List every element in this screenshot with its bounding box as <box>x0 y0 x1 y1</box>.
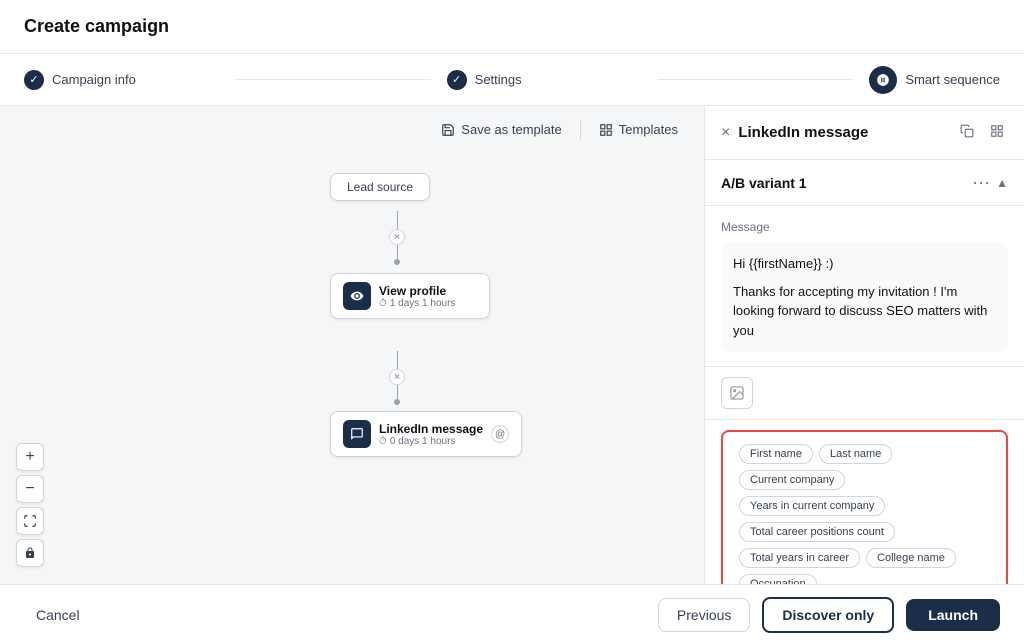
variant-collapse-button[interactable]: ▲ <box>996 176 1008 190</box>
step-campaign-info[interactable]: ✓ Campaign info <box>24 70 219 90</box>
tag-years-current-company[interactable]: Years in current company <box>739 496 885 516</box>
flow-canvas[interactable]: Lead source × View profile <box>0 153 704 583</box>
discover-only-button[interactable]: Discover only <box>762 597 894 633</box>
image-section <box>705 367 1024 420</box>
lead-source-label: Lead source <box>330 173 430 201</box>
step-smart-sequence[interactable]: Smart sequence <box>869 66 1000 94</box>
linkedin-message-label: LinkedIn message <box>379 422 483 436</box>
zoom-in-button[interactable]: + <box>16 443 44 471</box>
zoom-controls: + − <box>16 443 44 567</box>
image-icon <box>729 385 745 401</box>
step-label-campaign-info: Campaign info <box>52 72 136 87</box>
launch-button[interactable]: Launch <box>906 599 1000 631</box>
lock-button[interactable] <box>16 539 44 567</box>
step-check-campaign-info: ✓ <box>24 70 44 90</box>
variant-label: A/B variant 1 <box>721 175 966 191</box>
panel-close-button[interactable]: × <box>721 124 730 142</box>
toolbar-divider <box>580 120 581 140</box>
node-lead-source: Lead source <box>330 173 430 201</box>
tags-row-3: Total years in career College name Occup… <box>739 548 990 584</box>
panel-header: × LinkedIn message <box>705 106 1024 160</box>
zoom-out-button[interactable]: − <box>16 475 44 503</box>
page-header: Create campaign <box>0 0 1024 54</box>
view-profile-label: View profile <box>379 284 455 298</box>
menu-icon <box>990 124 1004 138</box>
copy-icon <box>960 124 974 138</box>
main-content: Save as template Templates Lead source × <box>0 106 1024 584</box>
tag-total-years[interactable]: Total years in career <box>739 548 860 568</box>
view-profile-sub: ⏱ 1 days 1 hours <box>379 298 455 309</box>
previous-button[interactable]: Previous <box>658 598 750 632</box>
linkedin-message-icon <box>343 420 371 448</box>
message-box[interactable]: Hi {{firstName}} :) Thanks for accepting… <box>721 242 1008 352</box>
templates-icon <box>599 123 613 137</box>
save-template-button[interactable]: Save as template <box>431 116 571 143</box>
node-view-profile[interactable]: View profile ⏱ 1 days 1 hours <box>330 273 490 319</box>
message-line1: Hi {{firstName}} :) <box>733 254 996 274</box>
canvas-area: Save as template Templates Lead source × <box>0 106 704 584</box>
page-title: Create campaign <box>24 16 1000 37</box>
save-icon <box>441 123 455 137</box>
panel-body: A/B variant 1 ··· ▲ Message Hi {{firstNa… <box>705 160 1024 584</box>
cancel-button[interactable]: Cancel <box>24 599 92 631</box>
tags-section: First name Last name Current company Yea… <box>721 430 1008 584</box>
tags-row-1: First name Last name Current company <box>739 444 990 490</box>
step-avatar-smart <box>869 66 897 94</box>
tag-occupation[interactable]: Occupation <box>739 574 817 584</box>
step-label-smart: Smart sequence <box>905 72 1000 87</box>
step-divider-1 <box>235 79 430 80</box>
image-placeholder[interactable] <box>721 377 753 409</box>
panel-title: LinkedIn message <box>738 124 948 141</box>
panel-menu-button[interactable] <box>986 120 1008 145</box>
tags-row-2: Years in current company Total career po… <box>739 496 990 542</box>
zoom-fit-button[interactable] <box>16 507 44 535</box>
toolbar-row: Save as template Templates <box>0 106 704 153</box>
linkedin-edit-btn[interactable]: @ <box>491 425 509 443</box>
message-section: Message Hi {{firstName}} :) Thanks for a… <box>705 206 1024 367</box>
tag-first-name[interactable]: First name <box>739 444 813 464</box>
templates-button[interactable]: Templates <box>589 116 688 143</box>
right-panel: × LinkedIn message A/B variant 1 ··· ▲ M… <box>704 106 1024 584</box>
connector-1: × <box>389 211 405 265</box>
remove-step-2[interactable]: × <box>389 369 405 385</box>
tag-total-positions[interactable]: Total career positions count <box>739 522 895 542</box>
node-linkedin-message[interactable]: LinkedIn message ⏱ 0 days 1 hours @ <box>330 411 522 457</box>
variant-more-button[interactable]: ··· <box>966 172 996 193</box>
variant-header: A/B variant 1 ··· ▲ <box>705 160 1024 206</box>
tag-last-name[interactable]: Last name <box>819 444 892 464</box>
step-label-settings: Settings <box>475 72 522 87</box>
connector-2: × <box>389 351 405 405</box>
footer: Cancel Previous Discover only Launch <box>0 584 1024 644</box>
tag-current-company[interactable]: Current company <box>739 470 845 490</box>
step-divider-2 <box>658 79 853 80</box>
message-line2: Thanks for accepting my invitation ! I'm… <box>733 282 996 341</box>
panel-copy-button[interactable] <box>956 120 978 145</box>
view-profile-icon <box>343 282 371 310</box>
templates-label: Templates <box>619 122 678 137</box>
save-template-label: Save as template <box>461 122 561 137</box>
steps-bar: ✓ Campaign info ✓ Settings Smart sequenc… <box>0 54 1024 106</box>
tag-college-name[interactable]: College name <box>866 548 956 568</box>
linkedin-message-sub: ⏱ 0 days 1 hours <box>379 436 483 447</box>
step-settings[interactable]: ✓ Settings <box>447 70 642 90</box>
message-label: Message <box>721 220 1008 234</box>
remove-step-1[interactable]: × <box>389 229 405 245</box>
step-check-settings: ✓ <box>447 70 467 90</box>
